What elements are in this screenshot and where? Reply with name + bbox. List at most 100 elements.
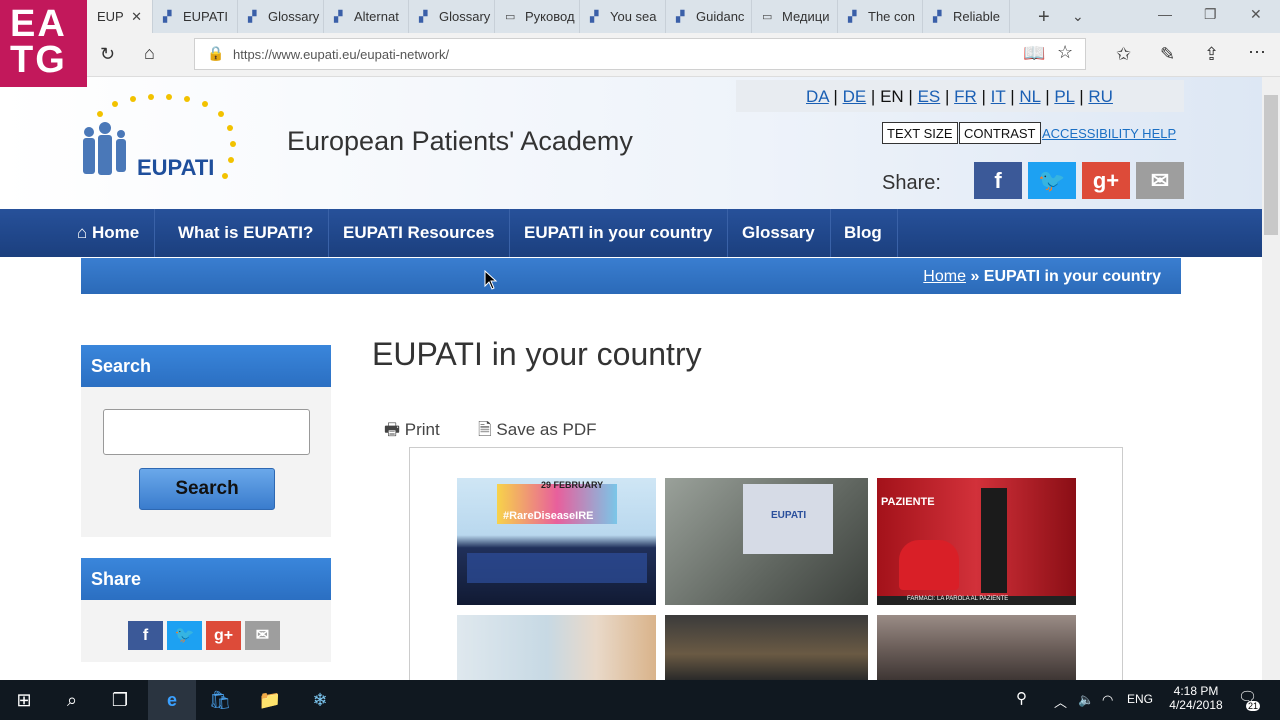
search-icon[interactable]: ⌕ <box>48 680 96 720</box>
nav-what-is-eupati[interactable]: What is EUPATI? <box>163 209 330 257</box>
nav-glossary[interactable]: Glossary <box>727 209 831 257</box>
tab-label: The con <box>868 9 915 24</box>
tab[interactable]: ▞ Glossary <box>409 0 495 33</box>
search-input[interactable] <box>103 409 310 455</box>
photo-screen-text: EUPATI <box>771 510 807 521</box>
eupati-favicon-icon: ▞ <box>933 10 942 23</box>
tab[interactable]: ▞ Guidanc <box>666 0 752 33</box>
gallery-photo[interactable]: 29 FEBRUARY #RareDiseaseIRE <box>457 478 656 605</box>
volume-icon[interactable]: 🔈 <box>1078 692 1094 708</box>
photo-caption-bottom: FARMACI: LA PAROLA AL PAZIENTE <box>877 596 1076 605</box>
scrollbar-thumb[interactable] <box>1264 95 1278 235</box>
close-tab-icon[interactable]: ✕ <box>131 9 142 25</box>
new-tab-icon[interactable]: + <box>1038 6 1050 29</box>
tab[interactable]: ▭ Руковод <box>495 0 580 33</box>
tab-active[interactable]: EUP ✕ <box>87 0 153 33</box>
tab[interactable]: ▞ Reliable <box>923 0 1010 33</box>
search-button[interactable]: Search <box>139 468 275 510</box>
lang-link-pl[interactable]: PL <box>1054 87 1074 106</box>
gallery-photo[interactable] <box>457 615 656 680</box>
twitter-icon[interactable]: 🐦 <box>167 621 202 650</box>
file-explorer-icon[interactable]: 📁 <box>246 680 294 720</box>
facebook-icon[interactable]: f <box>128 621 163 650</box>
breadcrumb-home-link[interactable]: Home <box>923 268 966 285</box>
eupati-logo[interactable]: EUPATI <box>75 94 240 189</box>
page-title: EUPATI in your country <box>372 336 702 372</box>
favorites-hub-icon[interactable]: ✩ <box>1116 44 1131 65</box>
clock[interactable]: 4:18 PM 4/24/2018 <box>1166 684 1226 712</box>
print-button[interactable]: 🖶 Print <box>384 417 440 446</box>
share-icon[interactable]: ⇪ <box>1204 44 1219 65</box>
minimize-icon[interactable]: — <box>1158 6 1172 22</box>
google-plus-icon[interactable]: g+ <box>206 621 241 650</box>
eupati-favicon-icon: ▞ <box>334 10 343 23</box>
pdf-icon: 🗎 <box>478 420 497 439</box>
store-icon[interactable]: 🛍 <box>196 680 244 720</box>
address-bar[interactable]: 🔒 https://www.eupati.eu/eupati-network/ … <box>194 38 1086 70</box>
facebook-icon[interactable]: f <box>974 162 1022 199</box>
text-size-button[interactable]: TEXT SIZE <box>882 122 958 144</box>
lang-link-fr[interactable]: FR <box>954 87 977 106</box>
stage-light <box>467 553 647 583</box>
email-icon[interactable]: ✉ <box>1136 162 1184 199</box>
tab-label: Alternat <box>354 9 399 24</box>
search-heading: Search <box>81 345 331 387</box>
home-icon[interactable]: ⌂ <box>144 43 155 64</box>
eupati-favicon-icon: ▞ <box>590 10 599 23</box>
lock-icon: 🔒 <box>207 45 225 61</box>
nav-home[interactable]: ⌂ Home <box>62 209 156 257</box>
windows-start-icon[interactable]: ⊞ <box>0 680 48 720</box>
gallery-photo[interactable] <box>877 615 1076 680</box>
refresh-icon[interactable]: ↻ <box>100 44 115 65</box>
app-snowflake-icon[interactable]: ❄ <box>296 680 344 720</box>
chevron-up-icon[interactable]: ︿ <box>1054 692 1067 711</box>
clock-date: 4/24/2018 <box>1169 698 1223 712</box>
tab[interactable]: ▞ Alternat <box>324 0 409 33</box>
input-language[interactable]: ENG <box>1127 692 1153 706</box>
tab[interactable]: ▞ You sea <box>580 0 666 33</box>
print-label: Print <box>404 420 440 439</box>
task-view-icon[interactable]: ❐ <box>96 680 144 720</box>
close-window-icon[interactable]: ✕ <box>1250 6 1262 23</box>
breadcrumb-separator: » <box>970 268 980 285</box>
save-pdf-button[interactable]: 🗎 Save as PDF <box>478 417 597 446</box>
url-text[interactable]: https://www.eupati.eu/eupati-network/ <box>233 47 449 62</box>
nav-eupati-resources[interactable]: EUPATI Resources <box>328 209 511 257</box>
people-icon[interactable]: ⚲ <box>1016 689 1027 707</box>
eatg-line1: EA <box>10 3 67 45</box>
gallery-photo[interactable]: EUPATI <box>665 478 868 605</box>
lang-link-da[interactable]: DA <box>806 87 829 106</box>
wifi-icon[interactable]: ◠ <box>1102 692 1113 708</box>
favorite-star-icon[interactable]: ☆ <box>1057 42 1073 63</box>
tab-label: You sea <box>610 9 657 24</box>
pen-notes-icon[interactable]: ✎ <box>1160 44 1175 65</box>
reading-view-icon[interactable]: 📖 <box>1023 43 1045 64</box>
breadcrumb-current: EUPATI in your country <box>983 268 1161 285</box>
gallery-photo[interactable]: PAZIENTE FARMACI: LA PAROLA AL PAZIENTE <box>877 478 1076 605</box>
tab-label: EUPATI <box>183 9 229 24</box>
share-label: Share: <box>882 172 941 194</box>
gallery-photo[interactable] <box>665 615 868 680</box>
chevron-down-icon[interactable]: ⌄ <box>1072 8 1084 25</box>
lang-link-es[interactable]: ES <box>918 87 941 106</box>
tab[interactable]: ▞ The con <box>838 0 923 33</box>
google-plus-icon[interactable]: g+ <box>1082 162 1130 199</box>
eupati-favicon-icon: ▞ <box>848 10 857 23</box>
restore-icon[interactable]: ❐ <box>1204 6 1217 23</box>
more-icon[interactable]: ⋯ <box>1248 42 1266 63</box>
edge-browser-icon[interactable]: e <box>148 680 196 720</box>
contrast-button[interactable]: CONTRAST <box>959 122 1041 144</box>
twitter-icon[interactable]: 🐦 <box>1028 162 1076 199</box>
tab[interactable]: ▞ EUPATI <box>153 0 238 33</box>
accessibility-help-link[interactable]: ACCESSIBILITY HELP <box>1042 126 1176 141</box>
email-icon[interactable]: ✉ <box>245 621 280 650</box>
lang-link-ru[interactable]: RU <box>1088 87 1113 106</box>
nav-eupati-in-your-country[interactable]: EUPATI in your country <box>509 209 729 257</box>
tab[interactable]: ▞ Glossary <box>238 0 324 33</box>
lang-link-it[interactable]: IT <box>991 87 1006 106</box>
nav-blog[interactable]: Blog <box>829 209 898 257</box>
lang-link-de[interactable]: DE <box>843 87 867 106</box>
lang-link-nl[interactable]: NL <box>1019 87 1040 106</box>
mouse-cursor-icon <box>484 270 498 290</box>
tab[interactable]: ▭ Медици <box>752 0 838 33</box>
